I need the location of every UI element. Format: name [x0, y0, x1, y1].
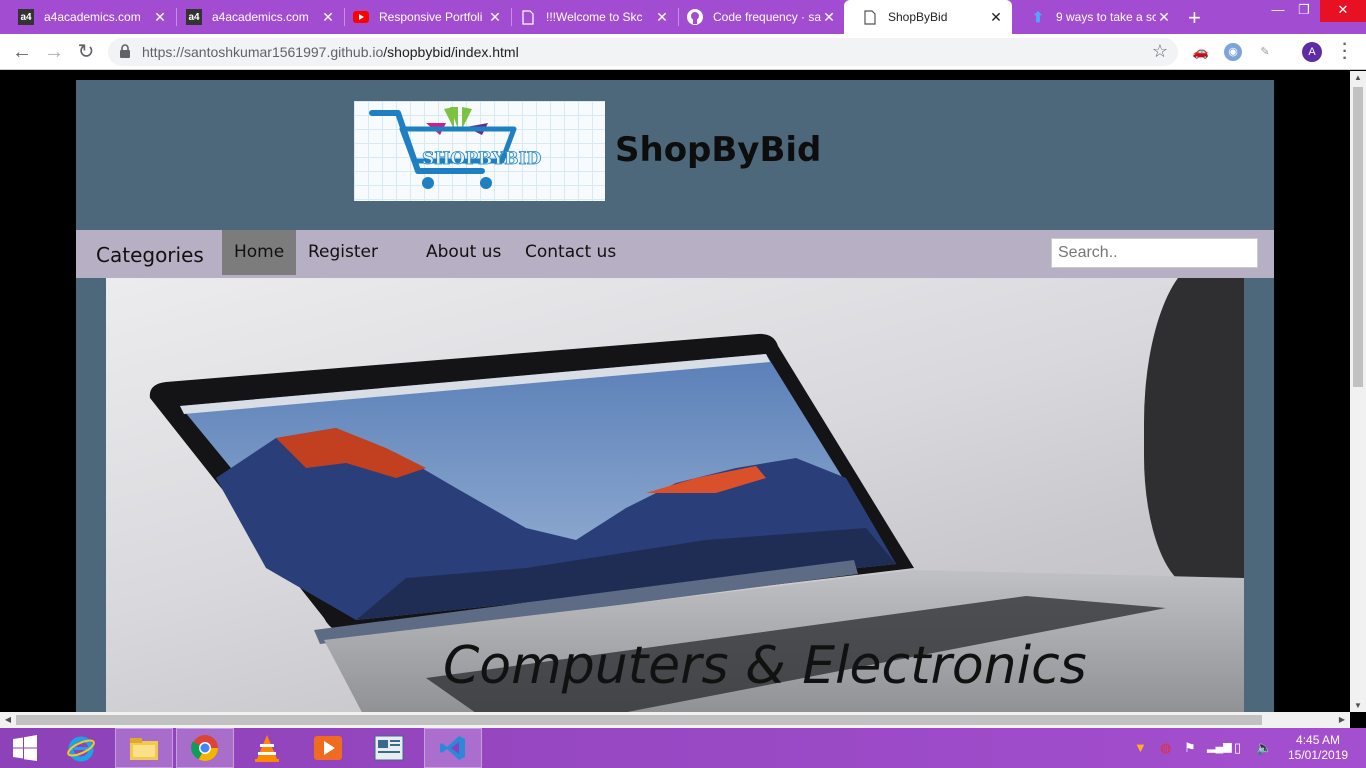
reload-icon[interactable]: ↻: [74, 40, 98, 64]
forward-arrow-icon[interactable]: →: [42, 40, 66, 64]
url-path: /shopbybid/index.html: [383, 44, 519, 60]
extension-globe-icon[interactable]: ◉: [1224, 43, 1242, 61]
tray-volume-icon[interactable]: 🔈: [1256, 740, 1272, 756]
a4academics-favicon: a4: [18, 9, 34, 25]
tab-responsive-portfolio[interactable]: Responsive Portfoli ✕: [335, 0, 511, 34]
search-input[interactable]: [1051, 238, 1258, 268]
horizontal-scroll-thumb[interactable]: [16, 715, 1262, 725]
chrome-icon[interactable]: [176, 728, 234, 768]
nav-register[interactable]: Register: [296, 230, 390, 275]
close-icon[interactable]: ✕: [152, 9, 168, 26]
tab-title: ShopByBid: [888, 10, 948, 24]
scroll-left-arrow-icon[interactable]: ◀: [0, 715, 16, 724]
document-icon: [520, 9, 536, 25]
site-header: SHOPBYBID ShopByBid: [76, 80, 1274, 230]
close-icon[interactable]: ✕: [320, 9, 336, 26]
close-icon[interactable]: ✕: [988, 9, 1004, 26]
main-nav: Categories Home Register About us Contac…: [76, 230, 1274, 278]
bookmark-star-icon[interactable]: ☆: [1152, 41, 1168, 62]
tray-network-icon[interactable]: ▂▄▆: [1207, 740, 1232, 753]
tray-flag-icon[interactable]: ⚑: [1184, 740, 1196, 756]
extension-car-icon[interactable]: 🚗: [1192, 43, 1210, 61]
file-explorer-icon[interactable]: [115, 728, 173, 768]
profile-avatar[interactable]: A: [1302, 42, 1322, 62]
nav-about-us[interactable]: About us: [414, 230, 513, 275]
tab-a4academics-1[interactable]: a4 a4academics.com ✕: [0, 0, 176, 34]
close-icon[interactable]: ✕: [654, 9, 670, 26]
tab-title: Code frequency · sa: [713, 10, 821, 24]
media-player-icon[interactable]: [299, 728, 357, 768]
close-icon[interactable]: ✕: [1156, 9, 1172, 26]
windows-start-icon[interactable]: [0, 728, 50, 768]
tab-shopbybid[interactable]: ShopByBid ✕: [844, 0, 1012, 34]
clock-time: 4:45 AM: [1296, 733, 1341, 747]
extension-clip-icon[interactable]: ✎: [1256, 43, 1274, 61]
scroll-down-arrow-icon[interactable]: ▼: [1350, 701, 1366, 710]
categories-menu[interactable]: Categories: [96, 243, 204, 267]
youtube-icon: [353, 9, 369, 25]
browser-toolbar: ← → ↻ https://santoshkumar1561997.github…: [0, 34, 1366, 70]
hero-caption: Computers & Electronics: [443, 636, 1087, 696]
close-icon[interactable]: ✕: [487, 9, 503, 26]
vscode-icon[interactable]: [424, 728, 482, 768]
browser-tab-bar: a4 a4academics.com ✕ a4 a4academics.com …: [0, 0, 1366, 34]
vertical-scrollbar[interactable]: ▲ ▼: [1350, 71, 1366, 712]
nav-home[interactable]: Home: [222, 230, 297, 275]
download-icon: ⬆: [1032, 8, 1044, 25]
close-window-button[interactable]: ✕: [1320, 0, 1366, 22]
tab-code-frequency[interactable]: Code frequency · sa ✕: [669, 0, 845, 34]
github-icon: [687, 9, 703, 25]
tab-a4academics-2[interactable]: a4 a4academics.com ✕: [168, 0, 344, 34]
tab-9-ways[interactable]: ⬆ 9 ways to take a sc ✕: [1012, 0, 1180, 34]
vlc-icon[interactable]: [238, 728, 296, 768]
lock-icon: [120, 44, 130, 58]
site-container: SHOPBYBID ShopByBid Categories Home Regi…: [76, 80, 1274, 712]
site-logo[interactable]: SHOPBYBID: [354, 101, 605, 201]
tab-welcome[interactable]: !!!Welcome to Skc ✕: [502, 0, 678, 34]
close-icon[interactable]: ✕: [821, 9, 837, 26]
tab-title: a4academics.com: [212, 10, 309, 24]
clock-date: 15/01/2019: [1288, 748, 1349, 762]
browser-menu-icon[interactable]: · · ·: [1340, 37, 1350, 67]
tab-title: 9 ways to take a sc: [1056, 10, 1156, 24]
tray-warning-icon[interactable]: ▼: [1134, 740, 1147, 755]
tray-battery-icon[interactable]: ▯: [1234, 740, 1241, 756]
horizontal-scrollbar[interactable]: ◀ ▶: [0, 712, 1350, 728]
tab-title: Responsive Portfoli: [379, 10, 483, 24]
tray-antivirus-icon[interactable]: ◍: [1160, 740, 1171, 756]
url-host: https://santoshkumar1561997.github.io: [142, 44, 384, 60]
back-arrow-icon[interactable]: ←: [10, 40, 34, 64]
tab-title: !!!Welcome to Skc: [546, 10, 643, 24]
address-bar[interactable]: https://santoshkumar1561997.github.io/sh…: [108, 38, 1178, 66]
scroll-right-arrow-icon[interactable]: ▶: [1334, 715, 1350, 724]
site-title: ShopByBid: [615, 130, 822, 170]
windows-taskbar: ▼ ◍ ⚑ ▂▄▆ ▯ 🔈 4:45 AM 15/01/2019: [0, 728, 1366, 768]
url-text: https://santoshkumar1561997.github.io/sh…: [142, 44, 519, 60]
news-app-icon[interactable]: [360, 728, 418, 768]
logo-text: SHOPBYBID: [422, 149, 541, 169]
nav-contact-us[interactable]: Contact us: [513, 230, 628, 275]
a4academics-favicon: a4: [186, 9, 202, 25]
vertical-scroll-thumb[interactable]: [1353, 87, 1363, 387]
document-icon: [862, 9, 878, 25]
page-viewport: SHOPBYBID ShopByBid Categories Home Regi…: [0, 71, 1350, 712]
tab-title: a4academics.com: [44, 10, 141, 24]
new-tab-button[interactable]: +: [1188, 5, 1201, 31]
hero-banner: Computers & Electronics: [106, 278, 1244, 712]
internet-explorer-icon[interactable]: [52, 728, 110, 768]
taskbar-clock[interactable]: 4:45 AM 15/01/2019: [1288, 733, 1348, 763]
scroll-up-arrow-icon[interactable]: ▲: [1350, 73, 1366, 82]
shopping-cart-logo-icon: SHOPBYBID: [369, 107, 542, 189]
